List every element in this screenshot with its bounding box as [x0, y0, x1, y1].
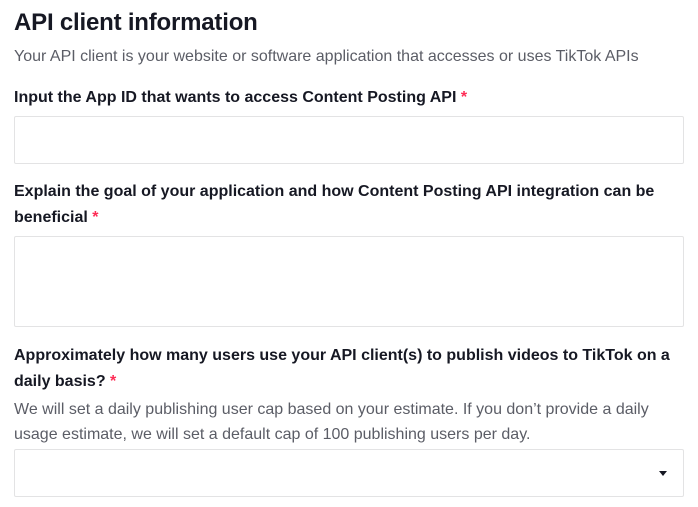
goal-textarea[interactable] [14, 236, 684, 327]
goal-label-text: Explain the goal of your application and… [14, 183, 655, 226]
required-asterisk: * [110, 373, 117, 390]
required-asterisk: * [92, 209, 99, 226]
daily-users-select[interactable] [14, 449, 684, 497]
caret-down-icon [659, 471, 667, 476]
app-id-label-text: Input the App ID that wants to access Co… [14, 89, 457, 106]
app-id-input[interactable] [14, 116, 684, 164]
goal-label: Explain the goal of your application and… [14, 179, 674, 231]
section-title: API client information [14, 9, 258, 36]
daily-users-help-text: We will set a daily publishing user cap … [14, 401, 649, 443]
daily-users-label: Approximately how many users use your AP… [14, 343, 674, 395]
section-subtitle: Your API client is your website or softw… [14, 48, 639, 65]
required-asterisk: * [460, 89, 468, 106]
app-id-label: Input the App ID that wants to access Co… [14, 85, 467, 111]
